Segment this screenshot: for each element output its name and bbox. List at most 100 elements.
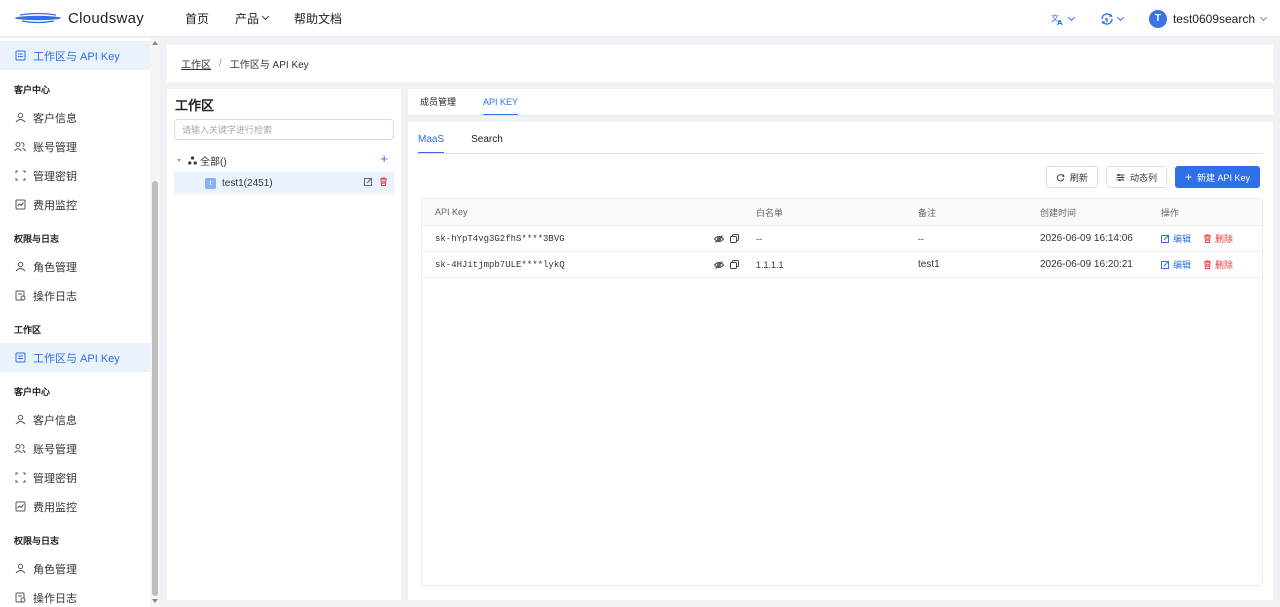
user-menu[interactable]: T test0609search [1148, 9, 1268, 28]
breadcrumb-root-link[interactable]: 工作区 [181, 56, 211, 71]
tab-api-key[interactable]: API KEY [483, 97, 519, 115]
whitelist-value: 1.1.1.1 [756, 259, 784, 270]
sidebar-item-label: 客户信息 [33, 414, 77, 427]
sidebar-item-cost-monitor[interactable]: 费用监控 [0, 492, 160, 521]
column-header-created-time: 创建时间 [1040, 207, 1077, 218]
sidebar-item-label: 管理密钥 [33, 170, 77, 183]
chart-icon [14, 199, 26, 211]
sidebar-item-label: 工作区与 API Key [33, 352, 120, 365]
nav-home-label: 首页 [185, 11, 210, 26]
log-icon [14, 290, 26, 302]
column-header-note: 备注 [918, 207, 937, 218]
delete-icon[interactable] [379, 177, 388, 186]
sidebar-section-title: 权限与日志 [14, 535, 60, 546]
nav-products[interactable]: 产品 [235, 10, 270, 27]
api-key-value: sk-4HJitjmpb7ULE****lykQ [435, 259, 565, 270]
refresh-button[interactable]: 刷新 [1045, 166, 1098, 188]
nav-home[interactable]: 首页 [185, 10, 209, 27]
edit-label: 编辑 [1173, 234, 1192, 244]
toolbar: 刷新 动态列 + 新建 API Key [1038, 166, 1260, 188]
user-icon [14, 414, 26, 426]
sidebar-item-account-management[interactable]: 账号管理 [0, 132, 160, 161]
sidebar-item-label: 费用监控 [33, 199, 77, 212]
delete-button[interactable]: 删除 [1203, 258, 1233, 271]
language-switcher[interactable]: 文 A [1051, 12, 1075, 26]
sidebar-item-workspace-api-key[interactable]: 工作区与 API Key [0, 343, 150, 372]
copy-icon[interactable] [730, 260, 739, 269]
edit-button[interactable]: 编辑 [1161, 258, 1191, 271]
delete-icon [1204, 234, 1212, 243]
new-api-key-button[interactable]: + 新建 API Key [1174, 166, 1260, 188]
whitelist-value: -- [756, 233, 762, 244]
sidebar-item-label: 角色管理 [33, 261, 77, 274]
delete-button[interactable]: 删除 [1203, 232, 1233, 245]
eye-off-icon[interactable] [714, 234, 724, 243]
nav-help-docs[interactable]: 帮助文档 [294, 10, 342, 27]
api-key-table: API Key 白名单 备注 创建时间 操作 sk-hYpT4vg3G2fhS*… [421, 198, 1263, 586]
tab-member-management[interactable]: 成员管理 [420, 95, 456, 115]
caret-down-icon[interactable] [177, 158, 181, 162]
log-icon [14, 592, 26, 604]
column-header-whitelist: 白名单 [756, 207, 784, 218]
edit-icon[interactable] [364, 177, 373, 186]
delete-label: 删除 [1215, 260, 1234, 270]
sidebar-section-title: 工作区 [14, 324, 42, 335]
sidebar-item-operation-log[interactable]: 操作日志 [0, 281, 160, 310]
breadcrumb-separator: / [219, 58, 222, 69]
hierarchy-icon [188, 155, 197, 165]
sidebar-scrollbar[interactable] [150, 38, 160, 607]
sidebar-item-manage-keys[interactable]: 管理密钥 [0, 463, 160, 492]
table-row: sk-hYpT4vg3G2fhS****3BVG -- -- 2026-06-0… [422, 226, 1262, 252]
scroll-up-icon[interactable] [152, 41, 158, 45]
subtab-maas[interactable]: MaaS [418, 134, 445, 153]
sub-tabs: MaaS Search [418, 134, 1263, 154]
svg-text:$: $ [1105, 17, 1109, 23]
scrollbar-thumb[interactable] [152, 181, 158, 596]
sidebar-item-label: 管理密钥 [33, 472, 77, 485]
sidebar-item-customer-info[interactable]: 客户信息 [0, 103, 160, 132]
users-icon [14, 141, 26, 153]
sidebar-item-cost-monitor[interactable]: 费用监控 [0, 190, 160, 219]
key-frame-icon [14, 170, 26, 182]
top-bar: Cloudsway 首页 产品 帮助文档 文 A $ T test0609sea… [0, 0, 1280, 37]
tree-node-test1[interactable]: t test1(2451) [174, 172, 394, 194]
chevron-down-icon [1067, 13, 1075, 21]
sidebar-item-operation-log[interactable]: 操作日志 [0, 583, 160, 607]
scroll-down-icon[interactable] [152, 599, 158, 603]
sync-currency-icon: $ [1101, 12, 1113, 25]
sidebar-item-account-management[interactable]: 账号管理 [0, 434, 160, 463]
edit-button[interactable]: 编辑 [1161, 232, 1191, 245]
refresh-icon [1056, 173, 1065, 182]
sidebar-item-role-management[interactable]: 角色管理 [0, 252, 160, 281]
new-api-key-label: 新建 API Key [1196, 172, 1250, 183]
username: test0609search [1172, 11, 1255, 26]
dynamic-columns-button[interactable]: 动态列 [1105, 166, 1167, 188]
tree-root-label: 全部() [200, 156, 227, 168]
sidebar-item-customer-info[interactable]: 客户信息 [0, 405, 160, 434]
sidebar-item-role-management[interactable]: 角色管理 [0, 554, 160, 583]
translate-icon: 文 A [1051, 13, 1063, 26]
chevron-down-icon [261, 12, 270, 21]
sidebar-item-label: 角色管理 [33, 563, 77, 576]
sliders-icon [1116, 173, 1125, 182]
add-workspace-button[interactable]: + [380, 152, 388, 166]
sidebar-item-label: 操作日志 [33, 290, 77, 303]
copy-icon[interactable] [730, 234, 739, 243]
subtab-search[interactable]: Search [471, 134, 503, 153]
column-header-api-key: API Key [435, 207, 468, 217]
refresh-button-label: 刷新 [1069, 172, 1088, 183]
tree-root-node[interactable]: 全部() + [177, 152, 392, 168]
workspace-icon [14, 352, 26, 364]
eye-off-icon[interactable] [714, 260, 724, 269]
api-key-value: sk-hYpT4vg3G2fhS****3BVG [435, 233, 565, 244]
table-row: sk-4HJitjmpb7ULE****lykQ 1.1.1.1 test1 2… [422, 252, 1262, 278]
workspace-search-input[interactable] [174, 119, 394, 140]
sidebar-item-workspace-api-key[interactable]: 工作区与 API Key [0, 41, 150, 70]
chevron-down-icon [1116, 13, 1124, 21]
region-switcher[interactable]: $ [1100, 12, 1124, 26]
logo[interactable]: Cloudsway [14, 10, 174, 27]
sidebar-item-manage-keys[interactable]: 管理密钥 [0, 161, 160, 190]
user-icon [14, 112, 26, 124]
key-frame-icon [14, 472, 26, 484]
sidebar-item-label: 工作区与 API Key [33, 50, 120, 63]
